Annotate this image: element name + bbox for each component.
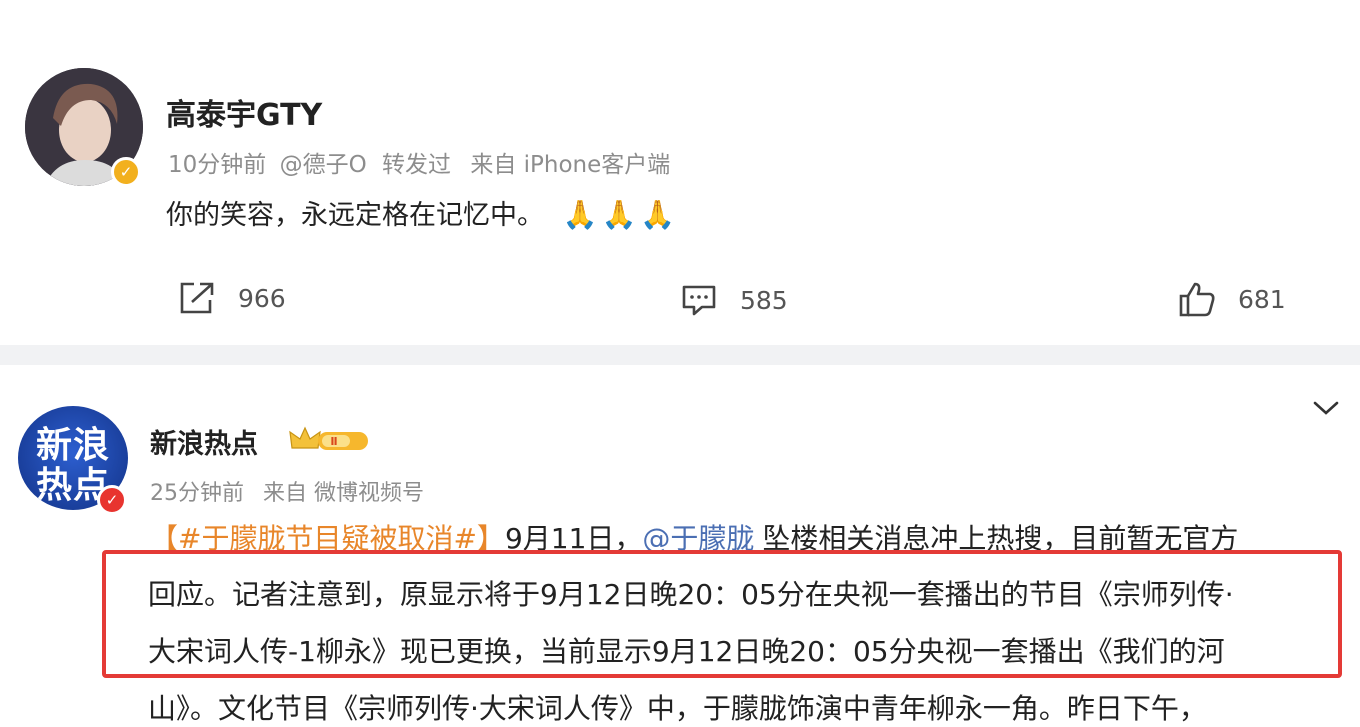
pray-icon: 🙏 bbox=[601, 198, 637, 231]
post-source: 来自 iPhone客户端 bbox=[470, 152, 671, 178]
comment-icon bbox=[682, 285, 716, 316]
content-line-4: 山》。文化节目《宗师列传·大宋词人传》中，于朦胧饰演中青年柳永一角。昨日下午， bbox=[148, 692, 1207, 725]
post-meta: 10分钟前 @德子O 转发过 来自 iPhone客户端 bbox=[168, 145, 670, 179]
pray-emoji-group: 🙏 🙏 🙏 bbox=[563, 198, 680, 231]
chevron-down-icon[interactable] bbox=[1310, 392, 1342, 424]
repost-icon bbox=[180, 282, 214, 314]
like-count: 681 bbox=[1238, 284, 1286, 314]
like-button[interactable]: 681 bbox=[1178, 280, 1286, 318]
post-time: 25分钟前 bbox=[150, 481, 244, 506]
repost-label: 转发过 bbox=[382, 152, 452, 178]
verified-badge-red: ✓ bbox=[97, 485, 127, 515]
post-meta: 25分钟前 来自 微博视频号 bbox=[150, 475, 424, 507]
repost-count: 966 bbox=[238, 283, 286, 313]
username[interactable]: 新浪热点 bbox=[150, 422, 258, 461]
red-highlight-box bbox=[102, 550, 1342, 678]
post-text: 你的笑容，永远定格在记忆中。 bbox=[166, 200, 544, 231]
post-source: 来自 微博视频号 bbox=[263, 481, 424, 506]
username[interactable]: 高泰宇GTY bbox=[166, 90, 322, 134]
verified-badge-gold: ✓ bbox=[111, 157, 141, 187]
pray-icon: 🙏 bbox=[640, 198, 676, 231]
post-content: 你的笑容，永远定格在记忆中。 🙏 🙏 🙏 bbox=[166, 193, 679, 232]
repost-button[interactable]: 966 bbox=[178, 280, 286, 316]
post-divider bbox=[0, 345, 1360, 365]
weibo-post-gty: ✓ 高泰宇GTY 10分钟前 @德子O 转发过 来自 iPhone客户端 你的笑… bbox=[0, 0, 1360, 345]
badge-level: Ⅱ bbox=[330, 435, 337, 448]
thumbs-up-icon bbox=[1179, 282, 1215, 317]
comment-button[interactable]: 585 bbox=[680, 283, 788, 317]
comment-count: 585 bbox=[740, 285, 788, 315]
repost-from-user[interactable]: @德子O bbox=[280, 152, 367, 178]
post-time: 10分钟前 bbox=[168, 152, 267, 178]
member-crown-badge-icon: Ⅱ bbox=[289, 426, 368, 450]
pray-icon: 🙏 bbox=[562, 198, 598, 231]
